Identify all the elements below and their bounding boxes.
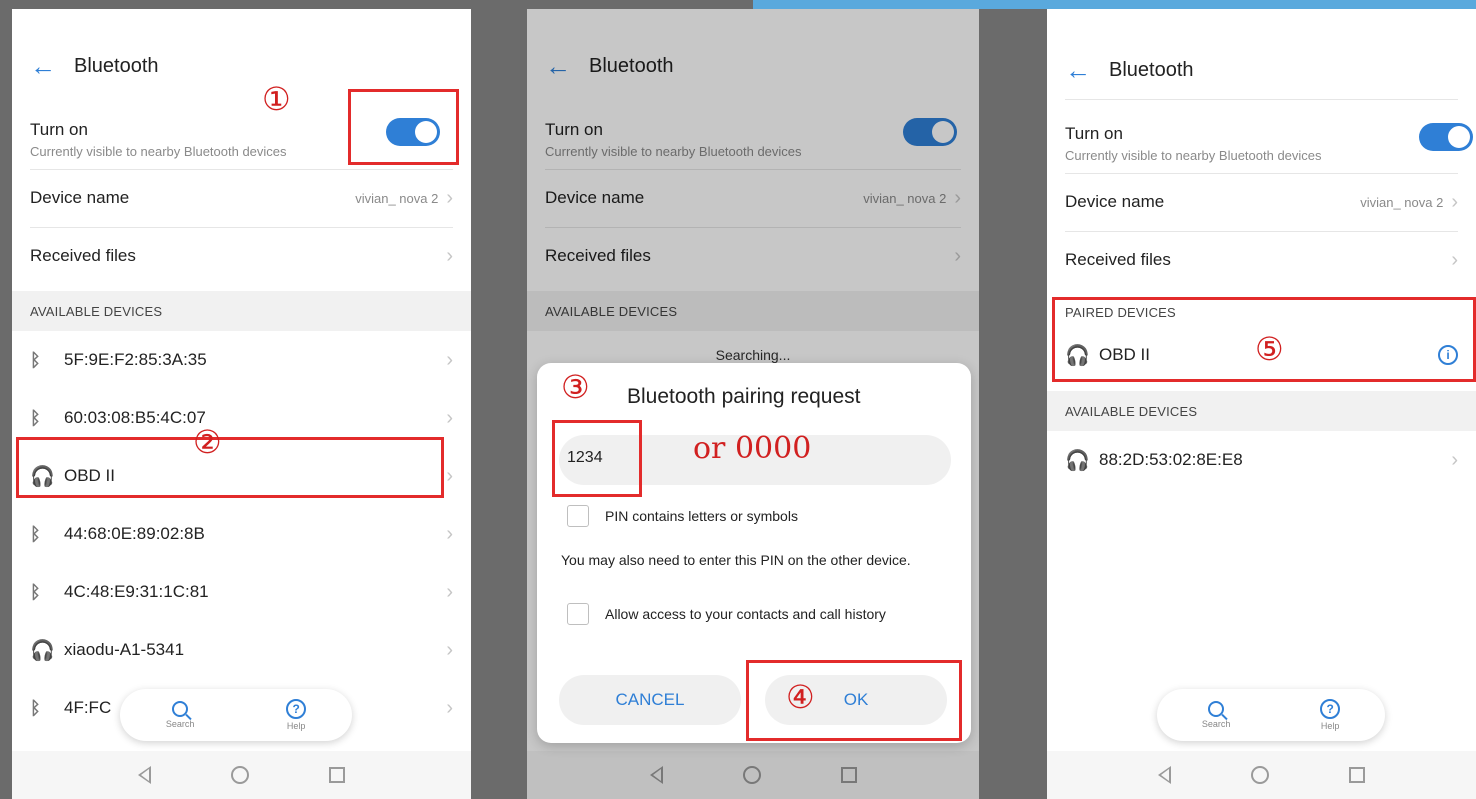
top-accent-bar	[753, 0, 1476, 9]
step-3-marker: ③	[561, 368, 590, 406]
device-name-row[interactable]: Device name vivian_ nova 2 ›	[1047, 173, 1476, 231]
step-1-marker: ①	[262, 80, 291, 118]
turn-on-subtitle: Currently visible to nearby Bluetooth de…	[1065, 147, 1322, 163]
chevron-right-icon: ›	[446, 349, 453, 371]
chevron-right-icon: ›	[446, 407, 453, 429]
dialog-title: Bluetooth pairing request	[627, 385, 861, 408]
device-name-value: vivian_ nova 2	[355, 190, 439, 206]
chevron-right-icon: ›	[446, 639, 453, 661]
available-devices-header: AVAILABLE DEVICES	[1047, 391, 1476, 431]
bluetooth-icon: ᛒ	[30, 581, 41, 602]
nav-recents-icon[interactable]	[1349, 767, 1365, 783]
device-row[interactable]: ᛒ 5F:9E:F2:85:3A:35 ›	[12, 331, 471, 389]
contacts-access-option[interactable]: Allow access to your contacts and call h…	[567, 603, 886, 625]
highlight-box-toggle	[348, 89, 459, 165]
system-nav-bar	[1047, 751, 1476, 799]
turn-on-label: Turn on	[30, 119, 88, 139]
search-label: Search	[1201, 719, 1231, 729]
device-name-value: vivian_ nova 2	[1360, 194, 1444, 210]
nav-home-icon[interactable]	[231, 766, 249, 784]
chevron-right-icon: ›	[446, 187, 453, 209]
dialog-note: You may also need to enter this PIN on t…	[561, 552, 911, 568]
chevron-right-icon: ›	[1451, 449, 1458, 471]
back-arrow-icon[interactable]: ←	[30, 51, 74, 82]
received-files-label: Received files	[30, 246, 136, 265]
device-name: 60:03:08:B5:4C:07	[64, 408, 206, 427]
cancel-button[interactable]: CANCEL	[559, 675, 741, 725]
search-label: Search	[165, 719, 195, 729]
search-button[interactable]: Search	[165, 701, 195, 729]
highlight-box-ok	[746, 660, 962, 741]
device-name-row[interactable]: Device name vivian_ nova 2 ›	[12, 169, 471, 227]
page-title: Bluetooth	[1109, 58, 1194, 81]
step-5-marker: ⑤	[1255, 330, 1284, 368]
device-row[interactable]: 🎧 xiaodu-A1-5341 ›	[12, 621, 471, 679]
chevron-right-icon: ›	[446, 465, 453, 487]
received-files-label: Received files	[1065, 250, 1171, 269]
pin-letters-label: PIN contains letters or symbols	[605, 508, 798, 524]
system-nav-bar	[12, 751, 471, 799]
phone-panel-3: ← Bluetooth Turn on Currently visible to…	[1047, 9, 1476, 799]
help-label: Help	[286, 721, 306, 731]
bluetooth-toggle[interactable]	[1419, 123, 1473, 151]
chevron-right-icon: ›	[446, 697, 453, 719]
divider	[1065, 99, 1458, 100]
device-row[interactable]: ᛒ 44:68:0E:89:02:8B ›	[12, 505, 471, 563]
turn-on-row[interactable]: Turn on Currently visible to nearby Blue…	[1047, 113, 1476, 173]
device-name: 4C:48:E9:31:1C:81	[64, 582, 209, 601]
search-icon	[1208, 701, 1225, 717]
nav-back-icon[interactable]	[138, 766, 151, 784]
page-title: Bluetooth	[74, 54, 159, 77]
help-label: Help	[1320, 721, 1340, 731]
contacts-access-checkbox[interactable]	[567, 603, 589, 625]
help-icon: ?	[286, 699, 307, 719]
help-button[interactable]: ? Help	[286, 699, 307, 731]
chevron-right-icon: ›	[1451, 191, 1458, 213]
contacts-access-label: Allow access to your contacts and call h…	[605, 606, 886, 622]
available-devices-header: AVAILABLE DEVICES	[12, 291, 471, 331]
chevron-right-icon: ›	[446, 581, 453, 603]
step-2-marker: ②	[193, 423, 222, 461]
chevron-right-icon: ›	[446, 523, 453, 545]
headset-icon: 🎧	[1065, 449, 1090, 472]
help-button[interactable]: ? Help	[1320, 699, 1341, 731]
headset-icon: 🎧	[30, 639, 55, 662]
device-name: 44:68:0E:89:02:8B	[64, 524, 205, 543]
pin-letters-checkbox[interactable]	[567, 505, 589, 527]
device-row[interactable]: 🎧 88:2D:53:02:8E:E8 ›	[1047, 431, 1476, 489]
bluetooth-icon: ᛒ	[30, 523, 41, 544]
device-name: 4F:FC	[64, 698, 112, 717]
back-arrow-icon[interactable]: ←	[1065, 55, 1109, 86]
nav-home-icon[interactable]	[1251, 766, 1269, 784]
device-name: 88:2D:53:02:8E:E8	[1099, 450, 1243, 469]
bluetooth-icon: ᛒ	[30, 407, 41, 428]
help-icon: ?	[1320, 699, 1341, 719]
received-files-row[interactable]: Received files ›	[12, 227, 471, 285]
highlight-box-pin	[552, 420, 642, 497]
highlight-box-obd	[16, 437, 444, 498]
alt-pin-note: or 0000	[693, 431, 812, 466]
chevron-right-icon: ›	[1451, 249, 1458, 271]
search-button[interactable]: Search	[1201, 701, 1231, 729]
floating-action-bar: Search ? Help	[120, 689, 352, 741]
device-name-label: Device name	[1065, 192, 1165, 211]
bluetooth-icon: ᛒ	[30, 349, 41, 370]
device-name-label: Device name	[30, 188, 130, 207]
step-4-marker: ④	[786, 678, 815, 716]
pin-letters-option[interactable]: PIN contains letters or symbols	[567, 505, 798, 527]
nav-back-icon[interactable]	[1158, 766, 1171, 784]
device-name: 5F:9E:F2:85:3A:35	[64, 350, 207, 369]
chevron-right-icon: ›	[446, 245, 453, 267]
bluetooth-icon: ᛒ	[30, 697, 41, 718]
turn-on-subtitle: Currently visible to nearby Bluetooth de…	[30, 143, 287, 159]
received-files-row[interactable]: Received files ›	[1047, 231, 1476, 289]
turn-on-label: Turn on	[1065, 123, 1123, 143]
floating-action-bar: Search ? Help	[1157, 689, 1385, 741]
search-icon	[172, 701, 189, 717]
device-name: xiaodu-A1-5341	[64, 640, 185, 659]
nav-recents-icon[interactable]	[329, 767, 345, 783]
device-row[interactable]: ᛒ 4C:48:E9:31:1C:81 ›	[12, 563, 471, 621]
